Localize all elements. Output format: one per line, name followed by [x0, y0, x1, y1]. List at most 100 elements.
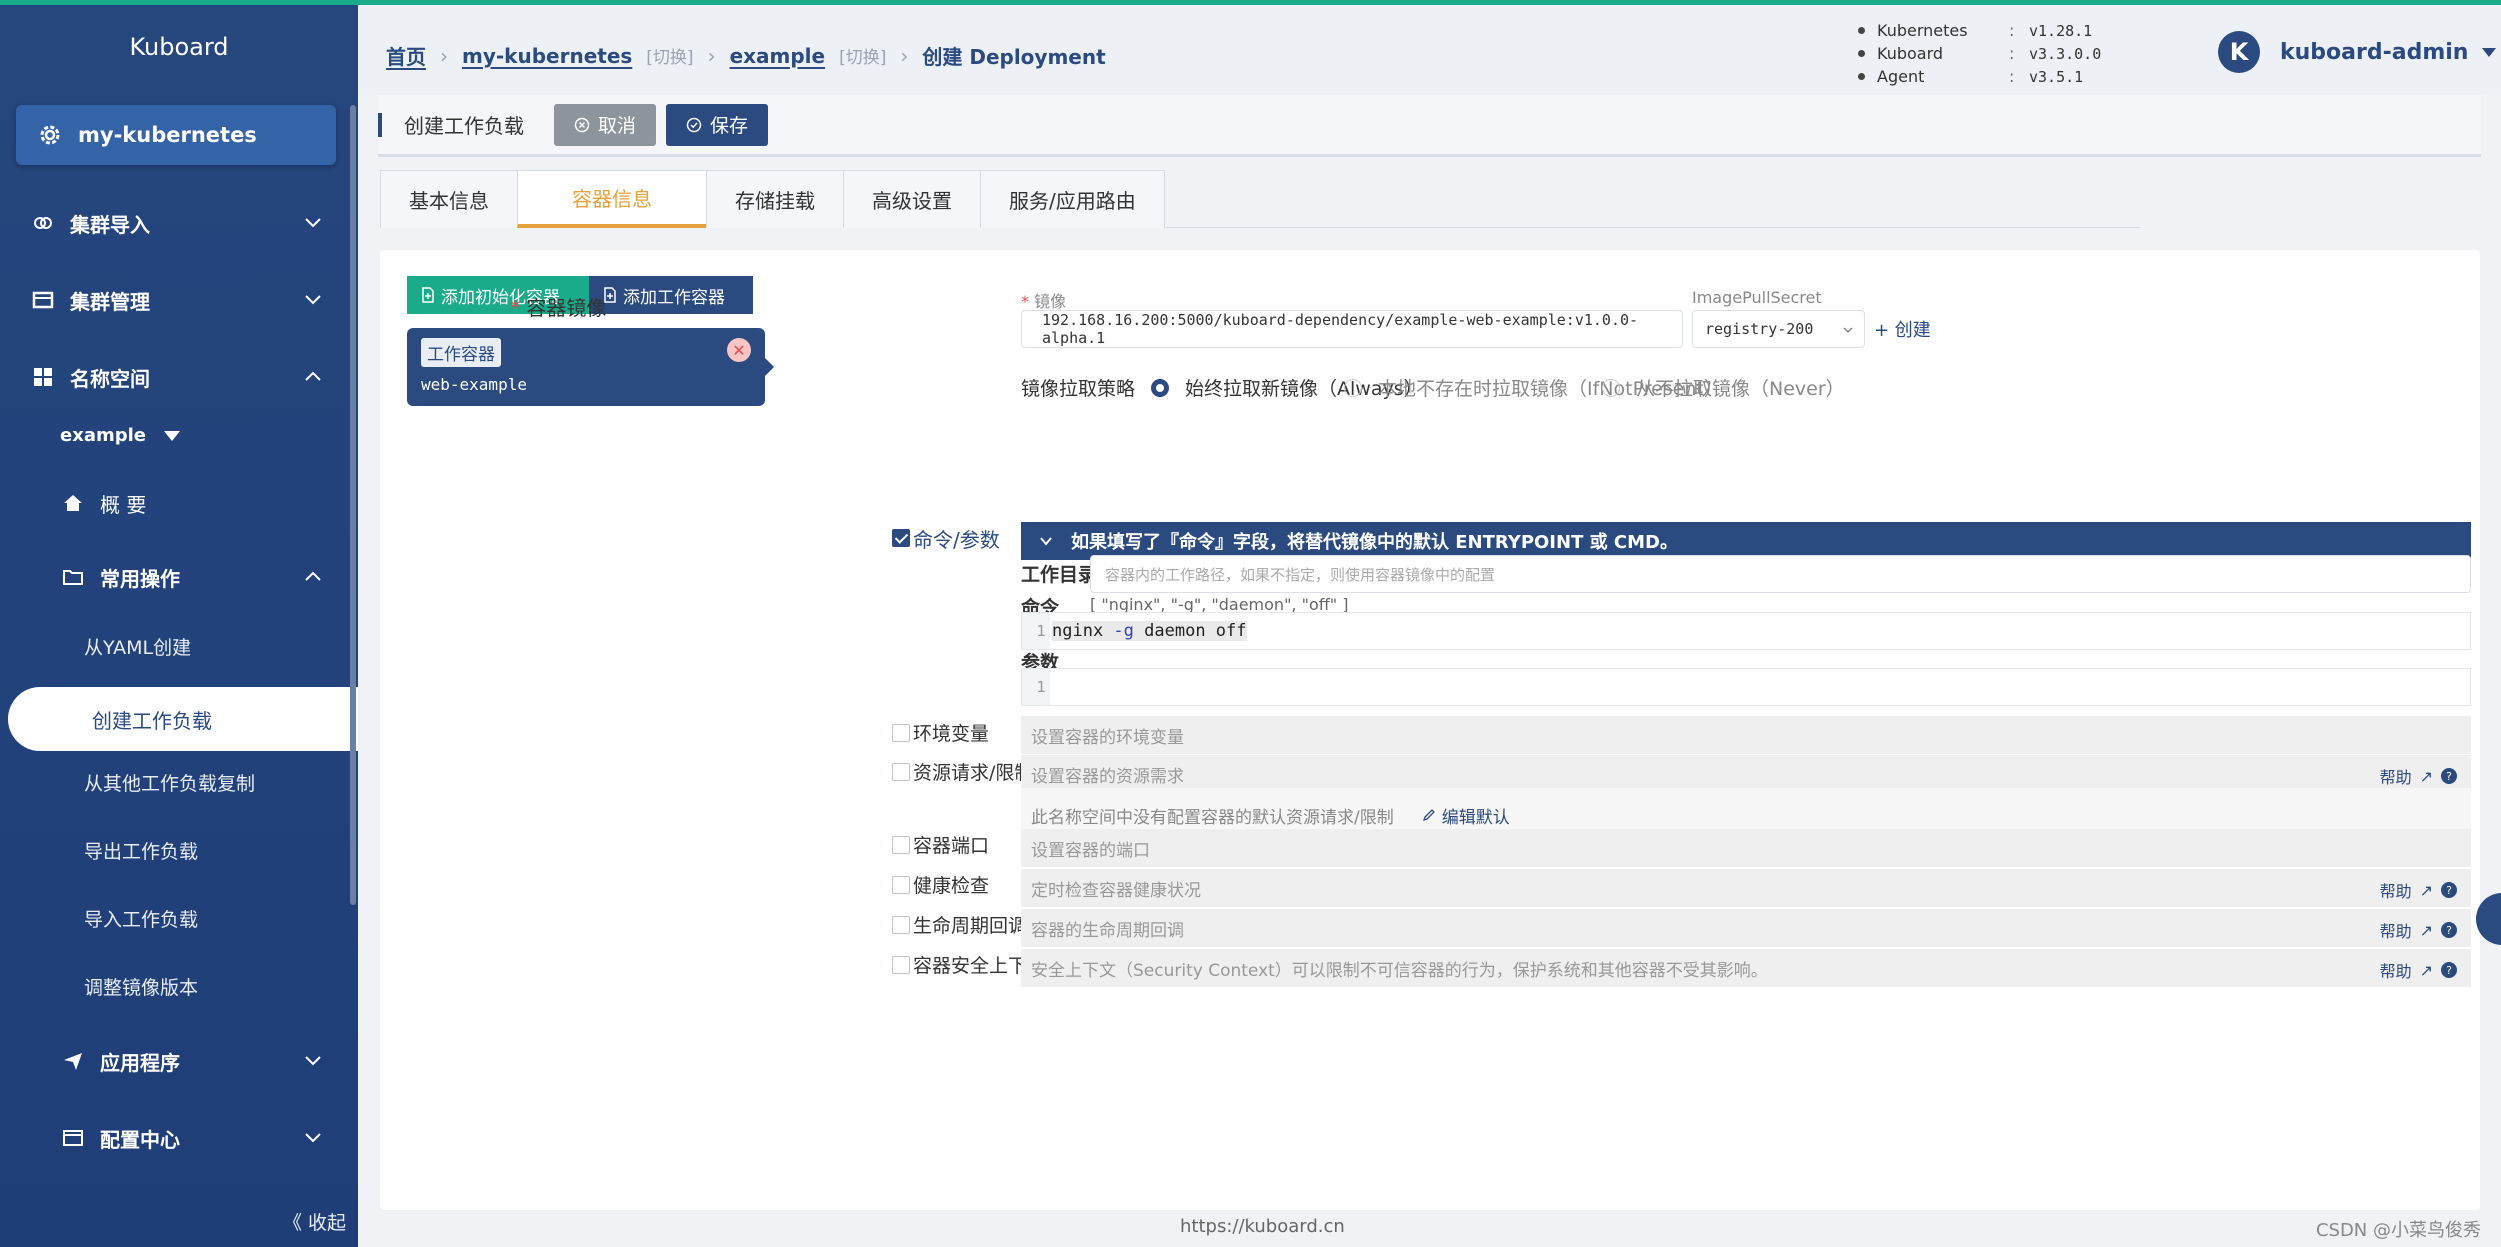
sidebar-item-label: 名称空间 [70, 366, 150, 391]
cmd-args-checkbox[interactable] [892, 529, 910, 547]
chevron-up-icon [305, 371, 321, 381]
sidebar-item-apps[interactable]: 应用程序 [60, 1041, 330, 1081]
close-circle-icon [574, 117, 590, 132]
sidebar-item-namespace[interactable]: 名称空间 [30, 357, 330, 397]
pull-policy-never-radio[interactable]: 从不拉取镜像（Never） [1602, 374, 1845, 401]
chevron-down-icon [1040, 537, 1052, 546]
caret-down-icon [164, 431, 181, 441]
health-help-link[interactable]: 帮助 ↗? [2380, 878, 2457, 902]
tab-service-route[interactable]: 服务/应用路由 [980, 170, 1165, 228]
chevron-down-icon [305, 1056, 321, 1066]
image-input[interactable]: 192.168.16.200:5000/kuboard-dependency/e… [1021, 310, 1683, 348]
sidebar-item-from-yaml[interactable]: 从YAML创建 [84, 633, 191, 660]
sidebar-item-config-center[interactable]: 配置中心 [60, 1118, 330, 1158]
pull-secret-select[interactable]: registry-200 [1692, 310, 1865, 348]
lifecycle-label: 生命周期回调 [913, 915, 1028, 937]
switch-namespace-link[interactable]: [切换] [839, 43, 886, 68]
security-checkbox[interactable] [892, 956, 910, 974]
port-checkbox[interactable] [892, 836, 910, 854]
user-name: kuboard-admin [2280, 39, 2469, 65]
save-button[interactable]: 保存 [666, 103, 769, 146]
sidebar-scrollbar[interactable] [350, 105, 356, 905]
workdir-input[interactable]: 容器内的工作路径，如果不指定，则使用容器镜像中的配置 [1090, 555, 2471, 593]
sidebar-collapse-button[interactable]: 《 收起 [283, 1208, 346, 1235]
cmd-args-label: 命令/参数 [913, 528, 1000, 552]
external-link-icon: ↗ [2419, 920, 2433, 940]
caret-down-icon [2482, 47, 2497, 57]
command-code: nginx -g daemon off [1052, 621, 1247, 641]
sidebar-cluster-selector[interactable]: my-kubernetes [16, 105, 336, 165]
watermark: CSDN @小菜鸟俊秀 [2315, 1220, 2481, 1241]
tab-advanced[interactable]: 高级设置 [843, 170, 981, 228]
sidebar-item-label: 集群管理 [70, 289, 150, 314]
args-editor[interactable]: 1 [1021, 668, 2471, 706]
grid-icon [30, 364, 56, 390]
sidebar-item-label: 配置中心 [100, 1127, 180, 1152]
tab-container-info[interactable]: 容器信息 [517, 170, 707, 228]
sidebar-item-copy-workload[interactable]: 从其他工作负载复制 [84, 769, 255, 796]
sidebar-item-cluster-manage[interactable]: 集群管理 [30, 280, 330, 320]
env-label: 环境变量 [913, 723, 990, 745]
image-label: * 容器镜像 [510, 296, 607, 320]
env-row: 设置容器的环境变量 [1021, 716, 2471, 754]
sidebar-item-export-workload[interactable]: 导出工作负载 [84, 837, 198, 864]
chevron-right-icon: › [440, 43, 448, 68]
breadcrumb: 首页 › my-kubernetes [切换] › example [切换] ›… [386, 41, 1106, 70]
switch-cluster-link[interactable]: [切换] [646, 43, 693, 68]
breadcrumb-cluster[interactable]: my-kubernetes [462, 44, 632, 68]
chevron-down-icon [305, 218, 321, 228]
question-icon: ? [2441, 922, 2457, 938]
user-menu[interactable]: K kuboard-admin [2218, 31, 2497, 73]
sidebar-item-adjust-image[interactable]: 调整镜像版本 [84, 973, 198, 1000]
add-work-container-button[interactable]: 添加工作容器 [589, 276, 753, 314]
container-form-card: 添加初始化容器 添加工作容器 工作容器 web-example ✕ * 容器镜像… [380, 250, 2480, 1210]
cluster-name: my-kubernetes [78, 123, 257, 147]
edit-default-link[interactable]: 编辑默认 [1422, 803, 1510, 828]
external-link-icon: ↗ [2419, 766, 2433, 786]
external-link-icon: ↗ [2419, 960, 2433, 980]
command-editor[interactable]: 1 nginx -g daemon off [1021, 612, 2471, 650]
container-list-item[interactable]: 工作容器 web-example ✕ [407, 328, 774, 406]
health-checkbox[interactable] [892, 876, 910, 894]
question-icon: ? [2441, 882, 2457, 898]
lifecycle-checkbox[interactable] [892, 916, 910, 934]
image-sub-label: * 镜像 [1021, 292, 1067, 311]
footer-url[interactable]: https://kuboard.cn [1180, 1216, 1345, 1237]
home-icon [60, 490, 86, 516]
chevron-down-icon [305, 295, 321, 305]
line-number: 1 [1022, 613, 1050, 649]
check-circle-icon [686, 117, 702, 132]
send-icon [60, 1048, 86, 1074]
sidebar-item-label: 创建工作负载 [92, 709, 212, 733]
chevron-down-icon [305, 1133, 321, 1143]
env-checkbox[interactable] [892, 724, 910, 742]
tab-storage[interactable]: 存储挂载 [706, 170, 844, 228]
pull-secret-label: ImagePullSecret [1692, 288, 1822, 307]
version-row: Kubernetes: v1.28.1 [1858, 19, 2101, 42]
resources-help-link[interactable]: 帮助 ↗? [2380, 764, 2457, 788]
create-secret-link[interactable]: + 创建 [1874, 316, 1931, 342]
sidebar-item-overview[interactable]: 概 要 [60, 483, 358, 523]
security-row: 安全上下文（Security Context）可以限制不可信容器的行为，保护系统… [1021, 949, 2471, 987]
container-name: web-example [421, 375, 527, 394]
gear-icon [40, 125, 60, 145]
sidebar-item-cluster-import[interactable]: 集群导入 [30, 203, 330, 243]
security-help-link[interactable]: 帮助 ↗? [2380, 958, 2457, 982]
sidebar-item-import-workload[interactable]: 导入工作负载 [84, 905, 198, 932]
sidebar-item-label: 概 要 [100, 492, 147, 517]
resources-checkbox[interactable] [892, 763, 910, 781]
sidebar-item-create-workload[interactable]: 创建工作负载 [8, 687, 358, 751]
namespace-selector[interactable]: example [60, 425, 181, 446]
folder-icon [60, 564, 86, 590]
breadcrumb-home[interactable]: 首页 [386, 41, 426, 70]
tab-basic-info[interactable]: 基本信息 [380, 170, 518, 228]
sidebar: Kuboard my-kubernetes 集群导入 集群管理 名称空间 exa… [0, 5, 358, 1247]
lifecycle-help-link[interactable]: 帮助 ↗? [2380, 918, 2457, 942]
remove-container-icon[interactable]: ✕ [727, 338, 751, 362]
sidebar-item-common-ops[interactable]: 常用操作 [60, 557, 330, 597]
cancel-button[interactable]: 取消 [554, 103, 657, 146]
breadcrumb-namespace[interactable]: example [730, 44, 826, 68]
top-header: 首页 › my-kubernetes [切换] › example [切换] ›… [358, 5, 2501, 95]
selected-arrow [765, 358, 774, 376]
app-logo: Kuboard [129, 33, 229, 61]
